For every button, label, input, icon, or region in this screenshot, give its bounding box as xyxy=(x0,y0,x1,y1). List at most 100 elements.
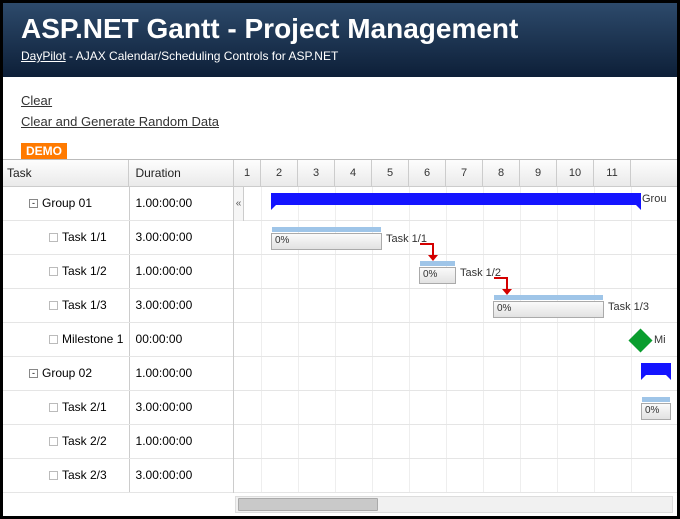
day-header-7[interactable]: 7 xyxy=(446,160,483,186)
task-name-cell[interactable]: Task 2/3 xyxy=(3,459,129,492)
task-row[interactable]: -Group 011.00:00:00 xyxy=(3,187,233,221)
task-row[interactable]: Task 1/2 1.00:00:00 xyxy=(3,255,233,289)
task-name-label: Group 02 xyxy=(42,366,92,380)
day-header-3[interactable]: 3 xyxy=(298,160,335,186)
collapse-icon[interactable]: - xyxy=(29,199,38,208)
gantt-body: -Group 011.00:00:00Task 1/13.00:00:00Tas… xyxy=(3,187,677,493)
gantt-chart: Task Duration 1234567891011 -Group 011.0… xyxy=(3,159,677,493)
grid-line xyxy=(261,187,262,493)
task-name-cell[interactable]: Task 1/3 xyxy=(3,289,129,322)
task-name-label: Task 2/2 xyxy=(62,434,107,448)
row-divider xyxy=(234,220,677,221)
task-name-cell[interactable]: Milestone 1 xyxy=(3,323,129,356)
app-frame: ASP.NET Gantt - Project Management DayPi… xyxy=(0,0,680,519)
task-row[interactable]: Task 1/3 3.00:00:00 xyxy=(3,289,233,323)
task-name-cell[interactable]: -Group 02 xyxy=(3,357,129,390)
dependency-link xyxy=(420,243,434,261)
task-duration-cell: 1.00:00:00 xyxy=(129,255,233,288)
task-row[interactable]: Task 2/2 1.00:00:00 xyxy=(3,425,233,459)
bar-label: Mi xyxy=(654,334,666,346)
timeline-header: 1234567891011 xyxy=(234,160,631,187)
task-name-cell[interactable]: Task 2/2 xyxy=(3,425,129,458)
task-name-cell[interactable]: Task 1/2 xyxy=(3,255,129,288)
leaf-icon xyxy=(49,233,58,242)
grid-line xyxy=(483,187,484,493)
task-name-label: Task 1/3 xyxy=(62,298,107,312)
leaf-icon xyxy=(49,471,58,480)
task-row[interactable]: Task 2/33.00:00:00 xyxy=(3,459,233,493)
task-duration-cell: 1.00:00:00 xyxy=(129,187,234,220)
task-row[interactable]: Task 2/1 3.00:00:00 xyxy=(3,391,233,425)
gantt-header: Task Duration 1234567891011 xyxy=(3,160,677,187)
day-header-2[interactable]: 2 xyxy=(261,160,298,186)
horizontal-scrollbar[interactable] xyxy=(235,496,673,513)
task-bar[interactable]: 0% xyxy=(493,301,604,318)
milestone-diamond[interactable] xyxy=(628,328,652,352)
summary-bar[interactable] xyxy=(271,193,641,205)
scroll-left-chevron[interactable]: « xyxy=(234,187,244,221)
task-row[interactable]: Milestone 100:00:00 xyxy=(3,323,233,357)
task-name-label: Task 2/1 xyxy=(62,400,107,414)
task-name-label: Task 2/3 xyxy=(62,468,107,482)
day-header-4[interactable]: 4 xyxy=(335,160,372,186)
task-tree: -Group 011.00:00:00Task 1/13.00:00:00Tas… xyxy=(3,187,234,493)
task-name-label: Task 1/2 xyxy=(62,264,107,278)
leaf-icon xyxy=(49,267,58,276)
task-duration-cell: 1.00:00:00 xyxy=(129,425,233,458)
progress-cap xyxy=(420,261,455,266)
task-row[interactable]: Task 1/1 3.00:00:00 xyxy=(3,221,233,255)
col-header-task[interactable]: Task xyxy=(3,160,128,186)
task-row[interactable]: -Group 021.00:00:00 xyxy=(3,357,233,391)
task-name-cell[interactable]: Task 2/1 xyxy=(3,391,129,424)
task-duration-cell: 3.00:00:00 xyxy=(129,221,233,254)
grid-line xyxy=(520,187,521,493)
bar-label: Grou xyxy=(642,193,666,205)
bar-label: Task 1/3 xyxy=(608,301,649,313)
row-divider xyxy=(234,288,677,289)
grid-line xyxy=(594,187,595,493)
left-header: Task Duration xyxy=(3,160,234,186)
percent-label: 0% xyxy=(272,234,381,247)
day-header-9[interactable]: 9 xyxy=(520,160,557,186)
leaf-icon xyxy=(49,437,58,446)
task-duration-cell: 3.00:00:00 xyxy=(129,289,233,322)
task-bar[interactable]: 0% xyxy=(641,403,671,420)
col-header-duration[interactable]: Duration xyxy=(128,160,233,186)
task-bar[interactable]: 0% xyxy=(419,267,456,284)
dependency-link xyxy=(494,277,508,295)
subtitle-text: - AJAX Calendar/Scheduling Controls for … xyxy=(66,49,339,63)
action-links: Clear Clear and Generate Random Data xyxy=(3,77,677,143)
grid-line xyxy=(557,187,558,493)
page-title: ASP.NET Gantt - Project Management xyxy=(21,13,659,45)
task-name-label: Task 1/1 xyxy=(62,230,107,244)
scrollbar-thumb[interactable] xyxy=(238,498,378,511)
row-divider xyxy=(234,254,677,255)
task-name-cell[interactable]: Task 1/1 xyxy=(3,221,129,254)
task-name-cell[interactable]: -Group 01 xyxy=(3,187,129,220)
day-header-10[interactable]: 10 xyxy=(557,160,594,186)
day-header-6[interactable]: 6 xyxy=(409,160,446,186)
demo-badge: DEMO xyxy=(21,143,67,159)
collapse-icon[interactable]: - xyxy=(29,369,38,378)
task-duration-cell: 3.00:00:00 xyxy=(129,391,233,424)
progress-cap xyxy=(272,227,381,232)
grid-line xyxy=(446,187,447,493)
row-divider xyxy=(234,390,677,391)
progress-cap xyxy=(494,295,603,300)
day-header-8[interactable]: 8 xyxy=(483,160,520,186)
percent-label: 0% xyxy=(494,302,603,315)
progress-cap xyxy=(642,397,670,402)
generate-link[interactable]: Clear and Generate Random Data xyxy=(21,112,659,133)
summary-bar[interactable] xyxy=(641,363,671,375)
day-header-5[interactable]: 5 xyxy=(372,160,409,186)
task-bar[interactable]: 0% xyxy=(271,233,382,250)
percent-label: 0% xyxy=(642,404,670,417)
leaf-icon xyxy=(49,403,58,412)
day-header-1[interactable]: 1 xyxy=(234,160,261,186)
task-duration-cell: 1.00:00:00 xyxy=(129,357,234,390)
timeline-pane[interactable]: « Grou0%Task 1/10%Task 1/20%Task 1/3Mi0% xyxy=(234,187,677,493)
day-header-11[interactable]: 11 xyxy=(594,160,631,186)
daypilot-link[interactable]: DayPilot xyxy=(21,49,66,63)
page-header: ASP.NET Gantt - Project Management DayPi… xyxy=(3,3,677,77)
clear-link[interactable]: Clear xyxy=(21,91,659,112)
